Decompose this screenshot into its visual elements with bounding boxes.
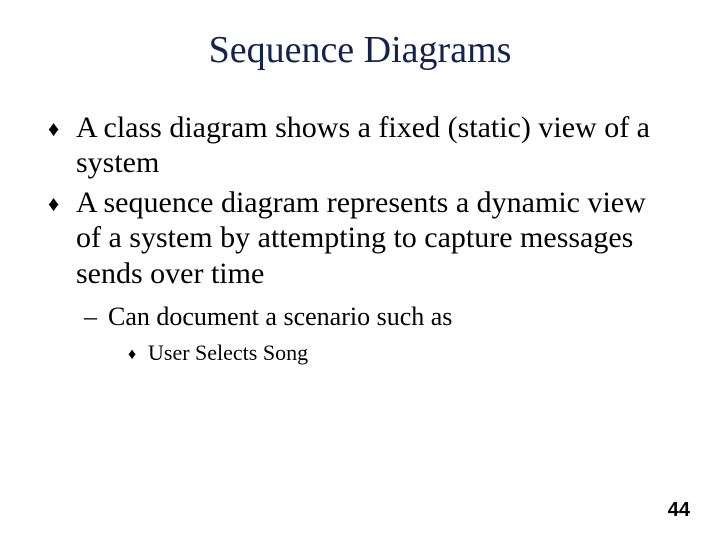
page-number: 44 — [668, 499, 690, 522]
slide: Sequence Diagrams ♦A class diagram shows… — [0, 0, 720, 540]
diamond-icon: ♦ — [48, 116, 76, 142]
diamond-icon: ♦ — [48, 191, 76, 217]
bullet-text: A class diagram shows a fixed (static) v… — [76, 111, 650, 179]
bullet-text: Can document a scenario such as — [108, 302, 452, 331]
bullet-level3: ♦User Selects Song — [48, 340, 672, 366]
diamond-icon: ♦ — [128, 345, 148, 364]
bullet-text: User Selects Song — [148, 340, 308, 365]
bullet-level2: –Can document a scenario such as — [48, 301, 672, 332]
dash-icon: – — [84, 301, 108, 332]
bullet-level1: ♦A sequence diagram represents a dynamic… — [48, 185, 672, 291]
bullet-level1: ♦A class diagram shows a fixed (static) … — [48, 110, 672, 181]
slide-body: ♦A class diagram shows a fixed (static) … — [48, 110, 672, 371]
bullet-text: A sequence diagram represents a dynamic … — [76, 186, 646, 290]
slide-title: Sequence Diagrams — [0, 28, 720, 72]
